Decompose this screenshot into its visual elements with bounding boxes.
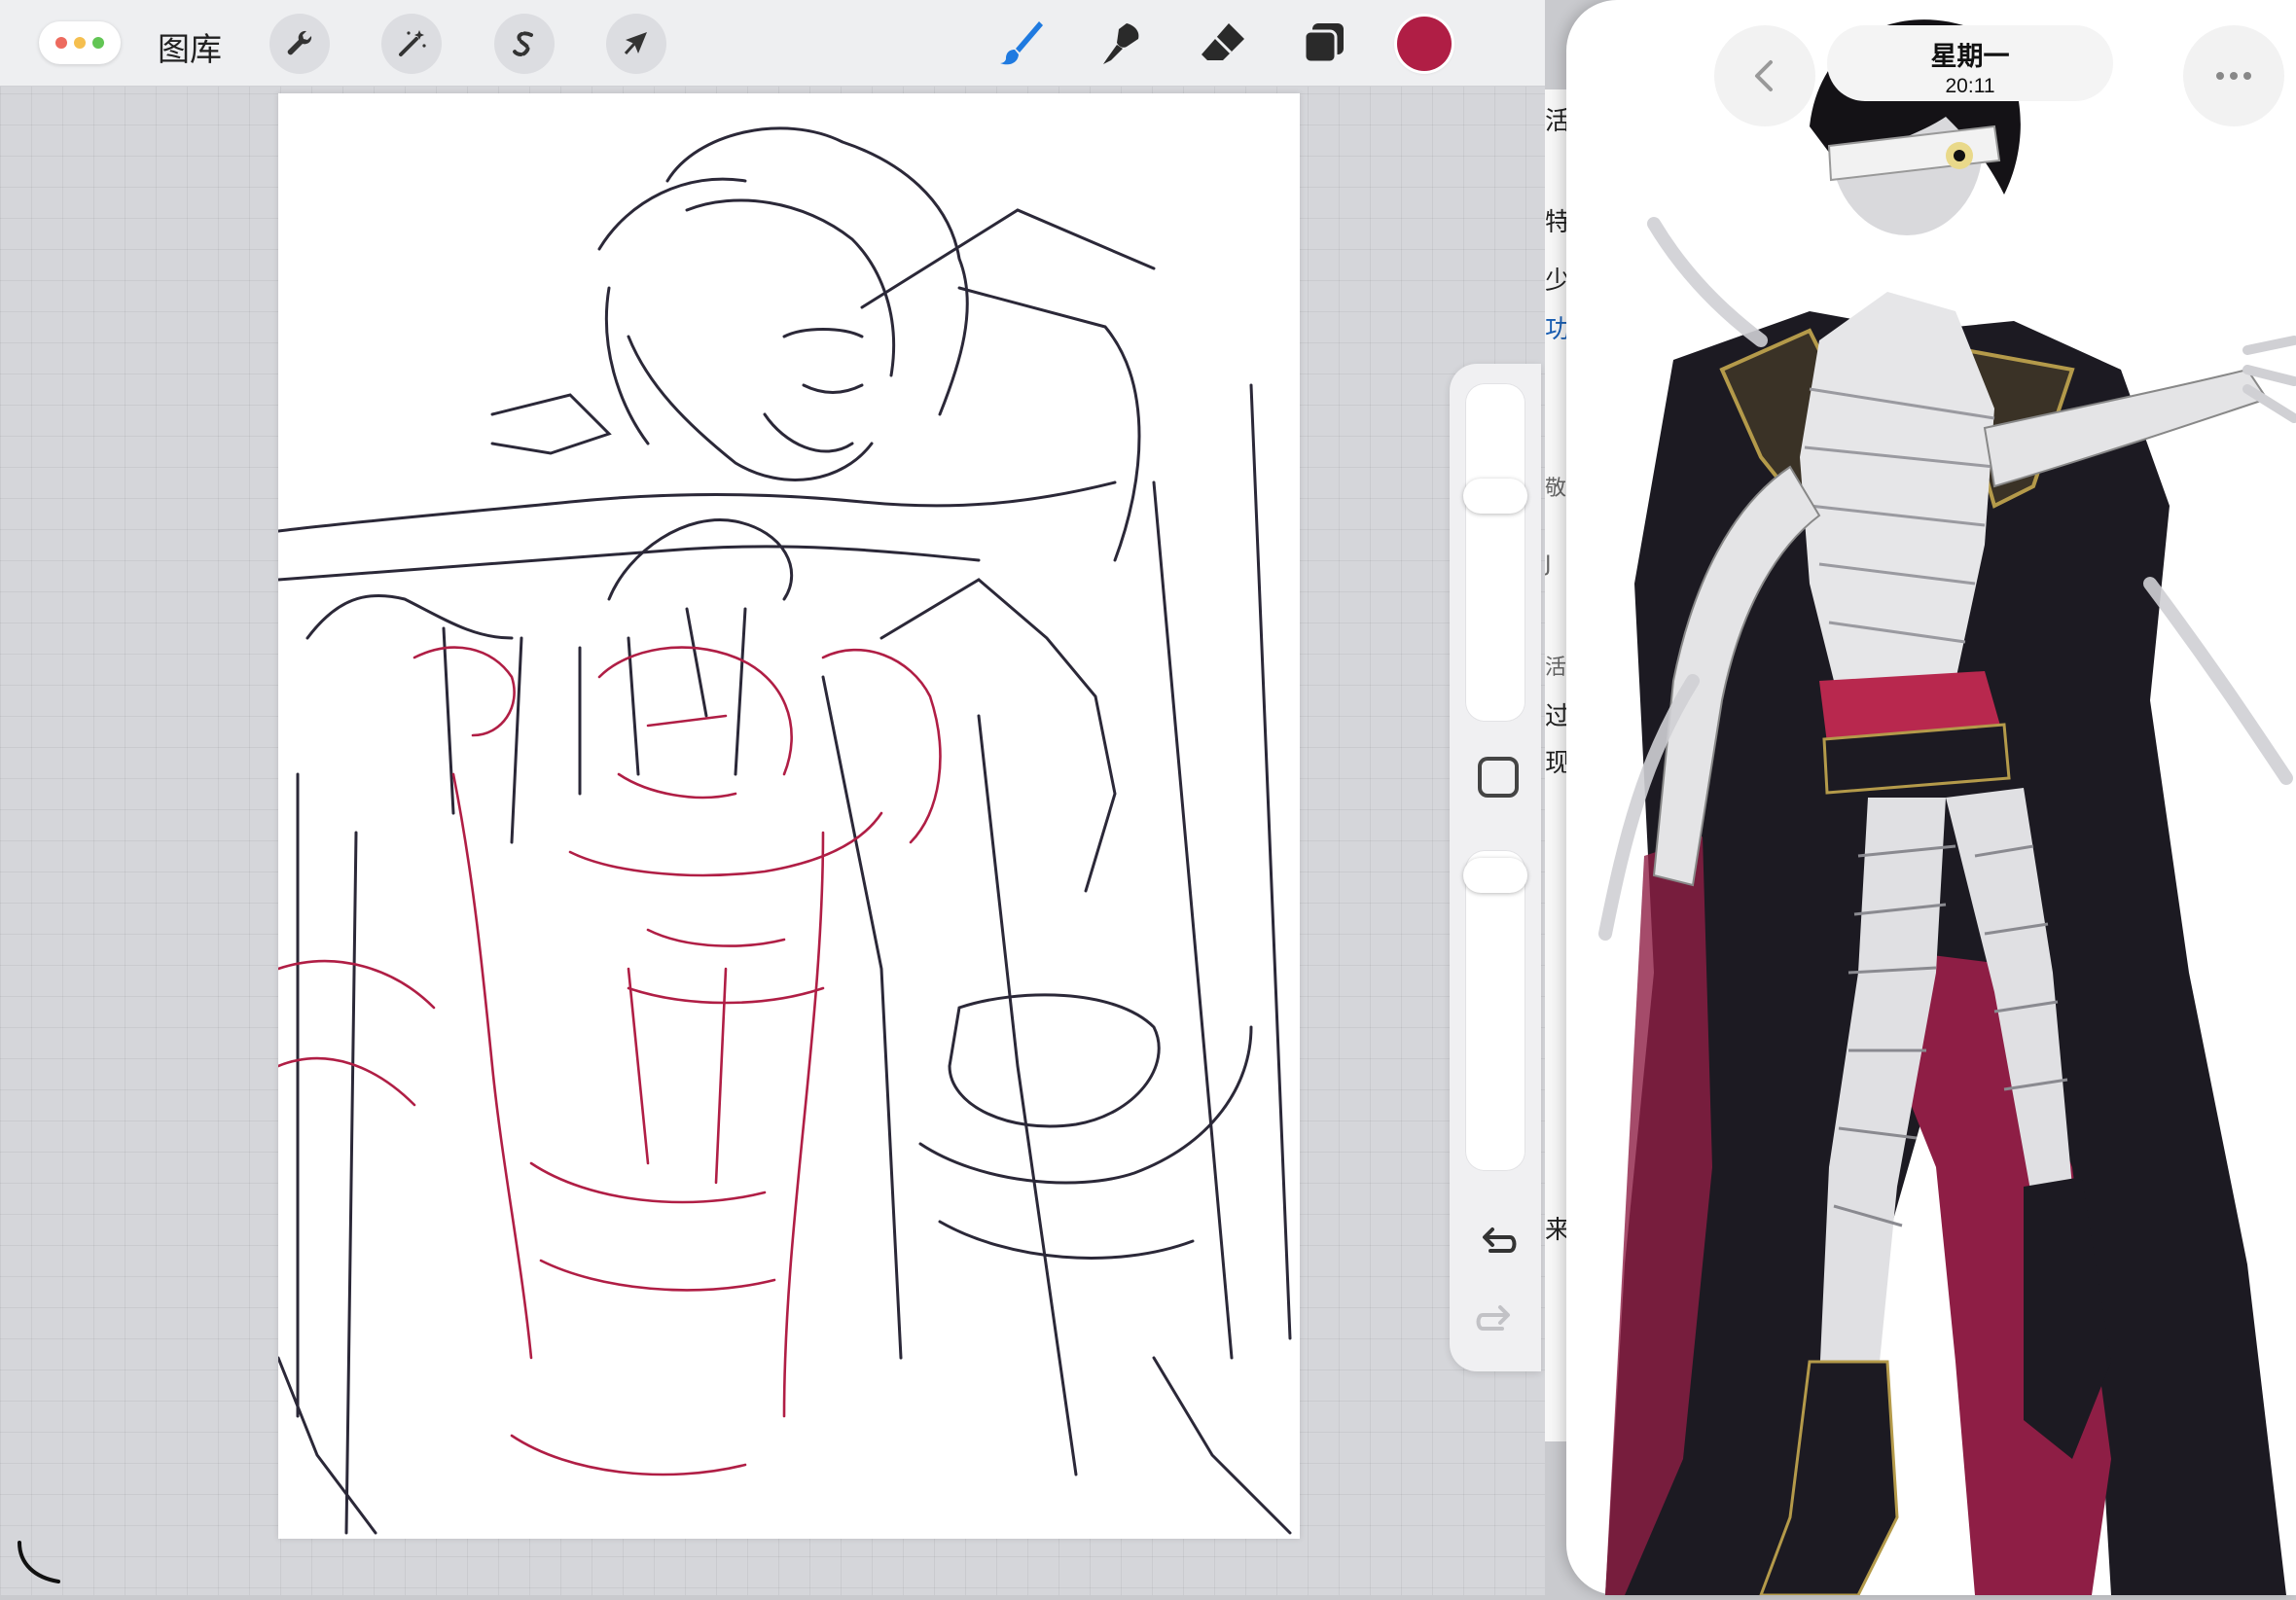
drawing-canvas[interactable] [276, 93, 1300, 1539]
color-swatch-button[interactable] [1397, 17, 1452, 71]
page-time: 20:11 [1945, 75, 1995, 97]
modify-button[interactable] [1478, 757, 1519, 798]
brush-size-handle[interactable] [1463, 479, 1527, 514]
brush-tool-button[interactable] [990, 12, 1053, 74]
procreate-toolbar: 图库 [0, 0, 1545, 87]
transform-button[interactable] [606, 14, 666, 74]
actions-wrench-button[interactable] [269, 14, 330, 74]
brush-sidebar [1450, 364, 1541, 1371]
magic-wand-icon [399, 30, 426, 56]
smudge-tool-button[interactable] [1092, 12, 1154, 74]
window-dot-red[interactable] [55, 37, 67, 49]
sketch-artwork [276, 126, 1292, 1535]
ellipsis-icon [2216, 72, 2251, 80]
brush-size-slider[interactable] [1465, 383, 1525, 722]
eraser-icon [1202, 23, 1244, 60]
wrench-icon [287, 30, 312, 55]
procreate-app: 图库 [0, 0, 1545, 1595]
peek-text-6: J [1545, 552, 1552, 577]
layers-button[interactable] [1293, 12, 1355, 74]
layers-icon [1303, 23, 1344, 64]
eraser-tool-button[interactable] [1192, 12, 1254, 74]
peek-text-7: 活 [1545, 656, 1567, 680]
gallery-button[interactable]: 图库 [158, 23, 222, 70]
dark-line-sketch [276, 126, 1292, 1535]
selection-s-icon [513, 31, 533, 56]
smudge-icon [1103, 23, 1139, 64]
window-controls[interactable] [39, 21, 121, 64]
window-dot-green[interactable] [92, 37, 104, 49]
page-title: 星期一 [1930, 42, 2010, 72]
window-dot-yellow[interactable] [74, 37, 86, 49]
more-options-button[interactable] [2183, 25, 2284, 126]
reference-character-image [1566, 0, 2296, 1597]
selection-button[interactable] [494, 14, 555, 74]
brush-opacity-slider[interactable] [1465, 850, 1525, 1171]
brush-icon [1000, 21, 1043, 65]
peek-text-5: 敬 [1545, 477, 1567, 501]
character-illustration [1598, 19, 2296, 1597]
back-button[interactable] [1714, 25, 1815, 126]
quickshape-corner-icon [18, 1541, 60, 1583]
brush-opacity-handle[interactable] [1463, 858, 1527, 893]
undo-icon[interactable] [1473, 1218, 1520, 1264]
adjustments-wand-button[interactable] [381, 14, 442, 74]
redo-icon[interactable] [1473, 1296, 1520, 1342]
chevron-left-icon [1755, 60, 1773, 91]
page-title-pill[interactable]: 星期一 20:11 [1827, 25, 2113, 101]
arrow-cursor-icon [624, 32, 647, 55]
